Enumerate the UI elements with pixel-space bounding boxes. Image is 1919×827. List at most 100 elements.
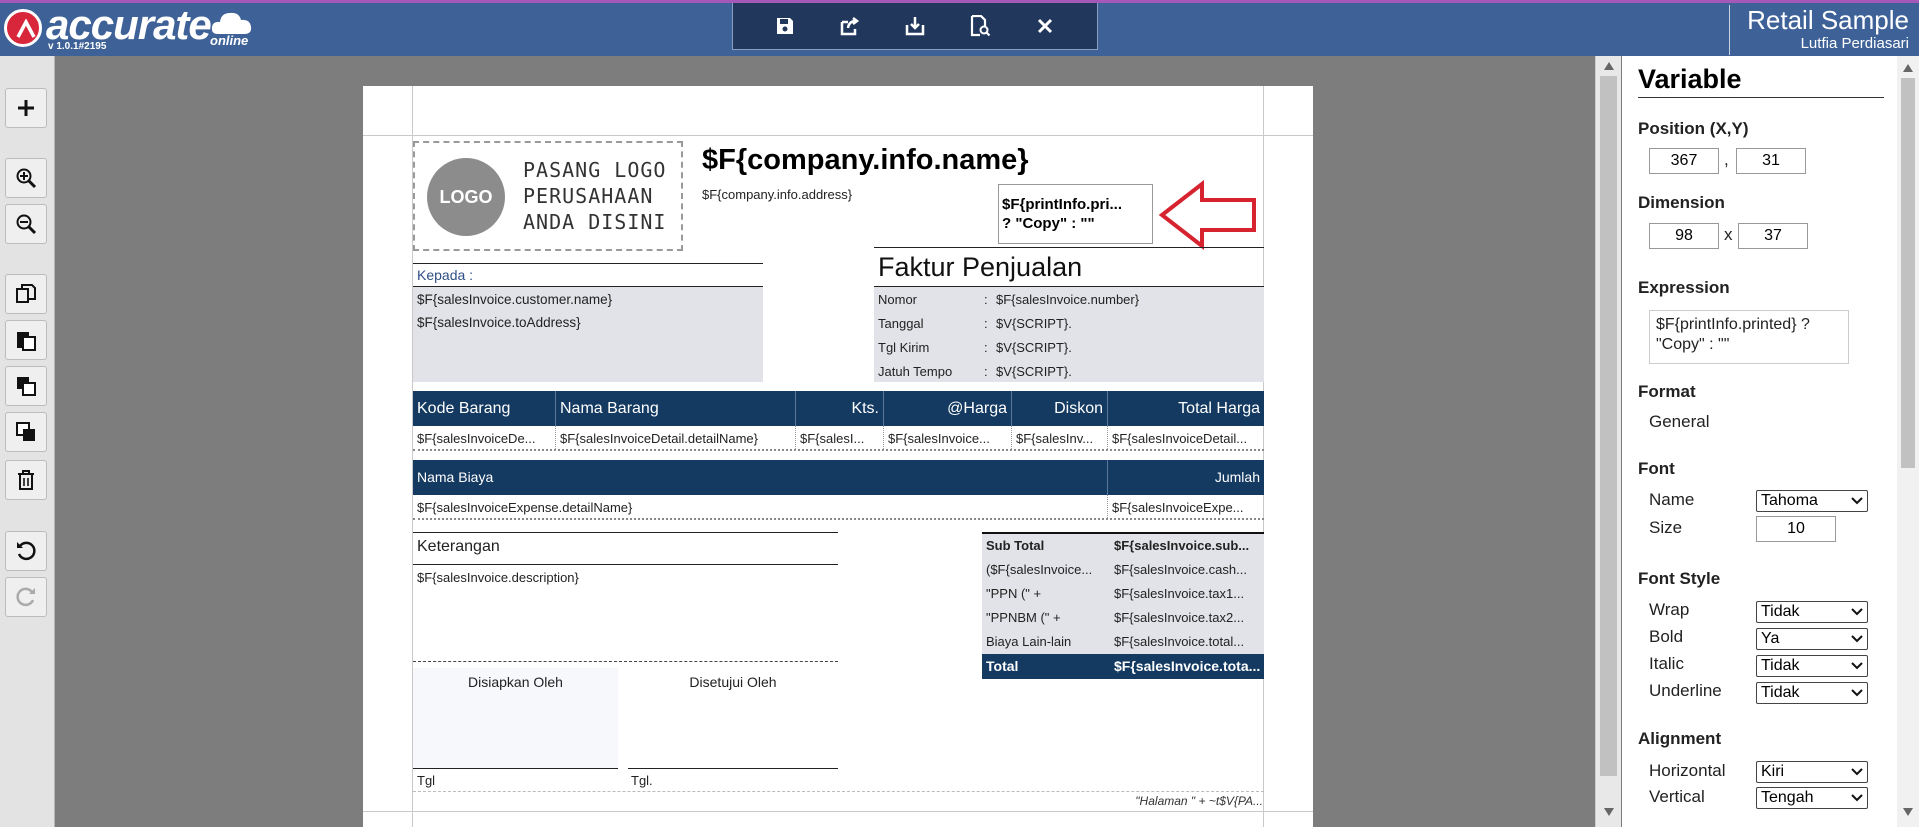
info-label[interactable]: Tanggal bbox=[878, 316, 924, 331]
redo-button[interactable] bbox=[5, 577, 47, 617]
total-value[interactable]: $F{salesInvoice.sub... bbox=[1114, 538, 1262, 553]
dimension-width-input[interactable]: 98 bbox=[1649, 223, 1719, 249]
bold-select[interactable]: Ya bbox=[1756, 628, 1868, 650]
scroll-up-icon[interactable] bbox=[1903, 64, 1913, 72]
column-header[interactable]: Nama Biaya bbox=[413, 460, 1108, 495]
total-label[interactable]: "PPNBM (" + bbox=[986, 610, 1110, 625]
dimension-sep: x bbox=[1724, 225, 1733, 244]
column-header[interactable]: @Harga bbox=[884, 391, 1012, 426]
grand-total-value[interactable]: $F{salesInvoice.tota... bbox=[1114, 654, 1262, 679]
detail-cell[interactable]: $F{salesI... bbox=[796, 426, 884, 451]
customer-block[interactable]: $F{salesInvoice.customer.name} $F{salesI… bbox=[413, 286, 763, 382]
export-button[interactable] bbox=[833, 9, 867, 43]
info-value[interactable]: $V{SCRIPT}. bbox=[996, 340, 1072, 355]
scroll-thumb[interactable] bbox=[1600, 76, 1617, 776]
delete-button[interactable] bbox=[5, 460, 47, 500]
scroll-up-icon[interactable] bbox=[1604, 62, 1614, 70]
total-label[interactable]: ($F{salesInvoice... bbox=[986, 562, 1110, 577]
total-value[interactable]: $F{salesInvoice.tax1... bbox=[1114, 586, 1262, 601]
detail-cell[interactable]: $F{salesInvoiceDe... bbox=[413, 426, 556, 451]
panel-scrollbar[interactable] bbox=[1897, 56, 1919, 827]
expense-cell[interactable]: $F{salesInvoiceExpense.detailName} bbox=[413, 495, 1108, 520]
column-header[interactable]: Kode Barang bbox=[413, 391, 556, 426]
design-canvas[interactable]: LOGO PASANG LOGO PERUSAHAAN ANDA DISINI … bbox=[55, 56, 1595, 827]
to-address-field[interactable]: $F{salesInvoice.toAddress} bbox=[417, 315, 581, 330]
column-header[interactable]: Jumlah bbox=[1108, 460, 1264, 495]
font-name-select[interactable]: Tahoma bbox=[1756, 490, 1868, 512]
underline-select[interactable]: Tidak bbox=[1756, 682, 1868, 704]
import-button[interactable] bbox=[898, 9, 932, 43]
dimension-label: Dimension bbox=[1638, 193, 1725, 212]
total-label[interactable]: Sub Total bbox=[986, 538, 1110, 553]
info-value[interactable]: $V{SCRIPT}. bbox=[996, 316, 1072, 331]
total-value[interactable]: $F{salesInvoice.cash... bbox=[1114, 562, 1262, 577]
column-header[interactable]: Total Harga bbox=[1108, 391, 1264, 426]
logo-online: online bbox=[210, 33, 249, 48]
detail-cell[interactable]: $F{salesInv... bbox=[1012, 426, 1108, 451]
send-to-back-button[interactable] bbox=[5, 412, 47, 452]
kepada-label[interactable]: Kepada : bbox=[417, 267, 473, 283]
zoom-out-button[interactable] bbox=[5, 204, 47, 244]
scroll-thumb[interactable] bbox=[1901, 78, 1915, 468]
total-label[interactable]: Biaya Lain-lain bbox=[986, 634, 1110, 649]
preview-button[interactable] bbox=[963, 9, 997, 43]
report-page[interactable]: LOGO PASANG LOGO PERUSAHAAN ANDA DISINI … bbox=[363, 86, 1313, 827]
wrap-select[interactable]: Tidak bbox=[1756, 601, 1868, 623]
company-address-field[interactable]: $F{company.info.address} bbox=[702, 187, 852, 202]
copy-button[interactable] bbox=[5, 274, 47, 314]
expression-input[interactable]: $F{printInfo.printed} ? "Copy" : "" bbox=[1649, 310, 1849, 364]
undo-button[interactable] bbox=[5, 531, 47, 571]
total-value[interactable]: $F{salesInvoice.tax2... bbox=[1114, 610, 1262, 625]
app-logo: accurate online v 1.0.1#2195 bbox=[0, 1, 260, 59]
dimension-height-input[interactable]: 37 bbox=[1738, 223, 1808, 249]
grand-total-label[interactable]: Total bbox=[986, 654, 1018, 679]
canvas-scrollbar[interactable] bbox=[1595, 56, 1621, 827]
info-label[interactable]: Tgl Kirim bbox=[878, 340, 929, 355]
info-label[interactable]: Jatuh Tempo bbox=[878, 364, 952, 379]
tgl-label[interactable]: Tgl. bbox=[631, 773, 653, 788]
vertical-select[interactable]: Tengah bbox=[1756, 787, 1868, 809]
prepared-by-box[interactable]: Disiapkan Oleh bbox=[413, 668, 618, 768]
page-number-field[interactable]: "Halaman " + ~t$V{PA... bbox=[1118, 794, 1263, 808]
total-value[interactable]: $F{salesInvoice.total... bbox=[1114, 634, 1262, 649]
detail-cell[interactable]: $F{salesInvoiceDetail.detailName} bbox=[556, 426, 796, 451]
invoice-title[interactable]: Faktur Penjualan bbox=[878, 252, 1082, 283]
add-element-button[interactable] bbox=[5, 88, 47, 128]
close-button[interactable] bbox=[1028, 9, 1062, 43]
position-x-input[interactable]: 367 bbox=[1649, 148, 1719, 174]
detail-cell[interactable]: $F{salesInvoiceDetail... bbox=[1108, 426, 1264, 451]
detail-cell[interactable]: $F{salesInvoice... bbox=[884, 426, 1012, 451]
save-button[interactable] bbox=[768, 9, 802, 43]
company-name-field[interactable]: $F{company.info.name} bbox=[702, 144, 1029, 177]
info-value[interactable]: $V{SCRIPT}. bbox=[996, 364, 1072, 379]
bring-to-front-button[interactable] bbox=[5, 366, 47, 406]
italic-select[interactable]: Tidak bbox=[1756, 655, 1868, 677]
description-field[interactable]: $F{salesInvoice.description} bbox=[417, 570, 579, 585]
expense-cell[interactable]: $F{salesInvoiceExpe... bbox=[1108, 495, 1264, 520]
tgl-label[interactable]: Tgl bbox=[417, 773, 435, 788]
total-label[interactable]: "PPN (" + bbox=[986, 586, 1110, 601]
vertical-value: Tengah bbox=[1761, 789, 1814, 806]
font-size-input[interactable]: 10 bbox=[1756, 516, 1836, 542]
column-header[interactable]: Diskon bbox=[1012, 391, 1108, 426]
logo-placeholder[interactable]: LOGO PASANG LOGO PERUSAHAAN ANDA DISINI bbox=[413, 141, 683, 251]
format-value[interactable]: General bbox=[1649, 412, 1709, 432]
scroll-down-icon[interactable] bbox=[1903, 808, 1913, 816]
alignment-label: Alignment bbox=[1638, 729, 1722, 748]
logo-mark-icon bbox=[4, 9, 42, 47]
approved-by-box[interactable]: Disetujui Oleh bbox=[628, 668, 838, 768]
selected-variable-field[interactable]: $F{printInfo.pri... ? "Copy" : "" bbox=[998, 184, 1153, 244]
info-value[interactable]: $F{salesInvoice.number} bbox=[996, 292, 1139, 307]
info-label[interactable]: Nomor bbox=[878, 292, 917, 307]
paste-button[interactable] bbox=[5, 320, 47, 360]
scroll-down-icon[interactable] bbox=[1604, 808, 1614, 816]
customer-name-field[interactable]: $F{salesInvoice.customer.name} bbox=[417, 292, 612, 307]
column-header[interactable]: Kts. bbox=[796, 391, 884, 426]
zoom-in-button[interactable] bbox=[5, 158, 47, 198]
account-info[interactable]: Retail Sample Lutfia Perdiasari bbox=[1729, 5, 1909, 55]
column-header[interactable]: Nama Barang bbox=[556, 391, 796, 426]
position-y-input[interactable]: 31 bbox=[1736, 148, 1806, 174]
preview-icon bbox=[970, 15, 991, 37]
horizontal-select[interactable]: Kiri bbox=[1756, 761, 1868, 783]
keterangan-label[interactable]: Keterangan bbox=[417, 538, 500, 556]
